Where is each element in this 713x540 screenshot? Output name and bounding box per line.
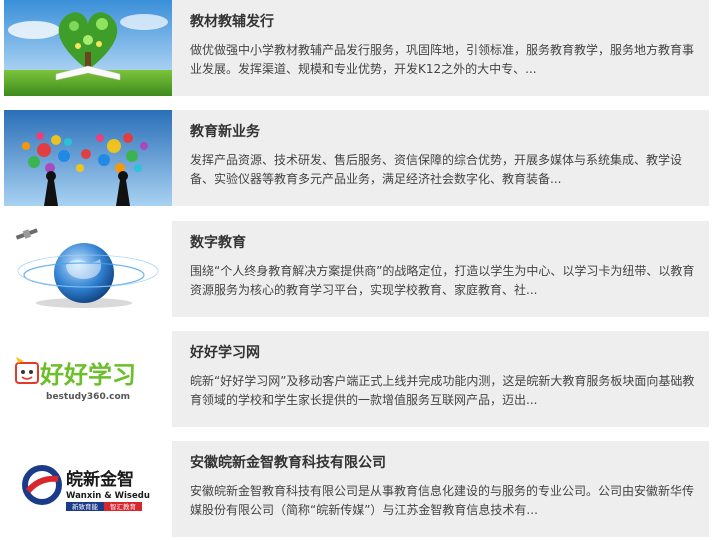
haohaoxuexi-logo[interactable]: 好好学习 bestudy360.com <box>4 331 172 427</box>
list-item[interactable]: 教材教辅发行 做优做强中小学教材教辅产品发行服务，巩固阵地，引领标准，服务教育教… <box>4 0 709 96</box>
item-body: 安徽皖新金智教育科技有限公司 安徽皖新金智教育科技有限公司是从事教育信息化建设的… <box>190 441 703 520</box>
svg-text:新致育能: 新致育能 <box>72 502 99 511</box>
item-body: 数字教育 围绕“个人终身教育解决方案提供商”的战略定位，打造以学生为中心、以学习… <box>190 221 703 300</box>
svg-text:Wanxin & Wisedu: Wanxin & Wisedu <box>66 491 150 501</box>
list-item[interactable]: 教育新业务 发挥产品资源、技术研发、售后服务、资信保障的综合优势，开展多媒体与系… <box>4 110 709 206</box>
item-title[interactable]: 教育新业务 <box>190 123 703 141</box>
colorful-bubbles-image[interactable] <box>4 110 172 206</box>
item-description: 发挥产品资源、技术研发、售后服务、资信保障的综合优势，开展多媒体与系统集成、教学… <box>190 153 683 186</box>
list-item[interactable]: 皖新金智 Wanxin & Wisedu 新致育能 智汇教育 安徽皖新金智教育科… <box>4 441 709 537</box>
item-description: 安徽皖新金智教育科技有限公司是从事教育信息化建设的与服务的专业公司。公司由安徽新… <box>190 484 695 517</box>
item-body: 教育新业务 发挥产品资源、技术研发、售后服务、资信保障的综合优势，开展多媒体与系… <box>190 110 703 189</box>
list-item[interactable]: 好好学习 bestudy360.com 好好学习网 皖新“好好学习网”及移动客户… <box>4 331 709 427</box>
item-body: 教材教辅发行 做优做强中小学教材教辅产品发行服务，巩固阵地，引领标准，服务教育教… <box>190 0 703 79</box>
globe-satellite-image[interactable] <box>4 221 172 317</box>
item-title[interactable]: 数字教育 <box>190 234 703 252</box>
list-item[interactable]: 数字教育 围绕“个人终身教育解决方案提供商”的战略定位，打造以学生为中心、以学习… <box>4 221 709 317</box>
item-title[interactable]: 教材教辅发行 <box>190 13 703 31</box>
svg-text:好好学习: 好好学习 <box>39 361 136 389</box>
item-description: 围绕“个人终身教育解决方案提供商”的战略定位，打造以学生为中心、以学习卡为纽带、… <box>190 264 695 297</box>
item-body: 好好学习网 皖新“好好学习网”及移动客户端正式上线并完成功能内测，这是皖新大教育… <box>190 331 703 410</box>
item-title[interactable]: 好好学习网 <box>190 344 703 362</box>
svg-text:皖新金智: 皖新金智 <box>66 469 134 490</box>
wanxin-wisedu-logo[interactable]: 皖新金智 Wanxin & Wisedu 新致育能 智汇教育 <box>4 441 172 537</box>
heart-tree-book-image[interactable] <box>4 0 172 96</box>
svg-text:bestudy360.com: bestudy360.com <box>46 392 130 402</box>
item-description: 皖新“好好学习网”及移动客户端正式上线并完成功能内测，这是皖新大教育服务板块面向… <box>190 374 695 407</box>
business-list: 教材教辅发行 做优做强中小学教材教辅产品发行服务，巩固阵地，引领标准，服务教育教… <box>0 0 713 540</box>
item-title[interactable]: 安徽皖新金智教育科技有限公司 <box>190 454 703 472</box>
svg-text:智汇教育: 智汇教育 <box>110 502 137 511</box>
item-description: 做优做强中小学教材教辅产品发行服务，巩固阵地，引领标准，服务教育教学，服务地方教… <box>190 43 695 76</box>
